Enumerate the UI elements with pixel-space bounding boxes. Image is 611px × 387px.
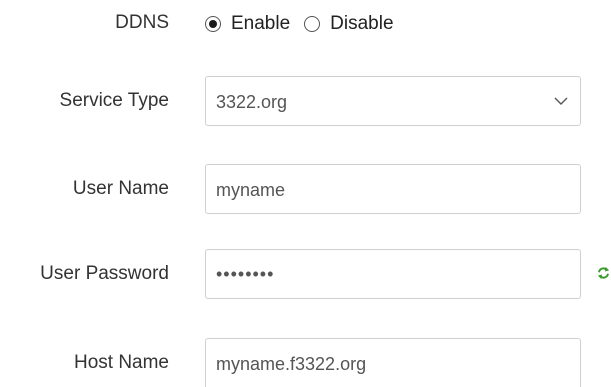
ddns-enable-radio[interactable] — [205, 16, 221, 32]
user-name-input[interactable]: myname — [205, 164, 581, 214]
ddns-disable-radio[interactable] — [304, 16, 321, 32]
refresh-icon[interactable] — [596, 264, 611, 282]
ddns-form: DDNS Enable Disable Service Type 3322.or… — [0, 0, 611, 387]
service-type-value: 3322.org — [216, 92, 288, 112]
ddns-radio-group: Enable Disable — [205, 12, 408, 36]
chevron-down-icon — [554, 97, 568, 105]
ddns-disable-option[interactable]: Disable — [304, 13, 394, 35]
user-name-label: User Name — [72, 178, 169, 199]
host-name-value: myname.f3322.org — [216, 354, 367, 374]
user-password-label: User Password — [40, 263, 169, 284]
ddns-enable-option[interactable]: Enable — [205, 13, 290, 35]
host-name-label: Host Name — [73, 352, 169, 373]
service-type-select[interactable]: 3322.org — [205, 76, 581, 126]
host-name-input[interactable]: myname.f3322.org — [205, 338, 581, 387]
user-password-value: •••••••• — [216, 264, 275, 284]
user-password-input[interactable]: •••••••• — [205, 249, 581, 299]
ddns-label: DDNS — [115, 12, 169, 33]
ddns-disable-label[interactable]: Disable — [330, 13, 393, 35]
ddns-enable-label[interactable]: Enable — [231, 13, 290, 35]
service-type-label: Service Type — [59, 90, 169, 111]
user-name-value: myname — [216, 180, 286, 200]
